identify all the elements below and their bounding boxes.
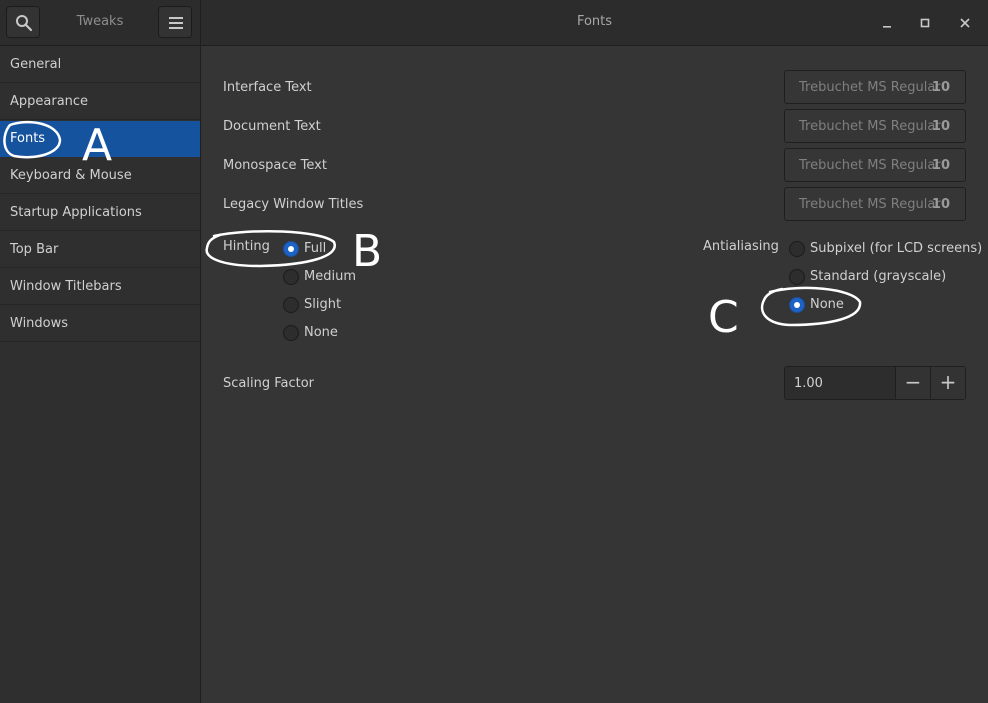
radio-indicator[interactable]: [283, 325, 299, 341]
scaling-factor-value[interactable]: 1.00: [794, 376, 823, 391]
legacy-window-titles-label: Legacy Window Titles: [223, 197, 364, 212]
font-size: 10: [931, 119, 950, 134]
app-title: Tweaks: [76, 14, 124, 29]
interface-text-label: Interface Text: [223, 80, 312, 95]
hinting-label: Hinting: [223, 239, 270, 254]
close-button[interactable]: [955, 13, 975, 33]
font-name: Trebuchet MS Regular: [799, 119, 941, 134]
minimize-icon: [883, 26, 891, 28]
hamburger-menu-icon: [169, 17, 183, 29]
radio-indicator[interactable]: [283, 241, 299, 257]
sidebar-item-top-bar[interactable]: Top Bar: [0, 232, 200, 268]
document-text-font-button[interactable]: Trebuchet MS Regular 10: [784, 109, 966, 143]
monospace-text-label: Monospace Text: [223, 158, 327, 173]
fonts-panel: Interface Text Trebuchet MS Regular 10 D…: [201, 46, 988, 703]
radio-label: Medium: [304, 269, 356, 284]
decrement-button[interactable]: −: [895, 367, 930, 399]
scaling-factor-label: Scaling Factor: [223, 376, 315, 391]
font-size: 10: [931, 197, 950, 212]
page-title: Fonts: [576, 14, 613, 29]
radio-indicator[interactable]: [789, 297, 805, 313]
close-icon: [960, 18, 970, 28]
minimize-button[interactable]: [877, 13, 897, 33]
font-name: Trebuchet MS Regular: [799, 80, 941, 95]
font-name: Trebuchet MS Regular: [799, 158, 941, 173]
radio-label: Standard (grayscale): [810, 269, 947, 284]
monospace-text-font-button[interactable]: Trebuchet MS Regular 10: [784, 148, 966, 182]
radio-indicator[interactable]: [789, 269, 805, 285]
radio-indicator[interactable]: [789, 241, 805, 257]
sidebar-item-appearance[interactable]: Appearance: [0, 84, 200, 120]
menu-button[interactable]: [158, 6, 192, 38]
sidebar-item-windows[interactable]: Windows: [0, 306, 200, 342]
sidebar-item-fonts[interactable]: Fonts: [0, 121, 200, 157]
radio-indicator[interactable]: [283, 297, 299, 313]
sidebar-item-general[interactable]: General: [0, 47, 200, 83]
headerbar-main: Fonts: [201, 0, 988, 46]
font-size: 10: [931, 80, 950, 95]
maximize-button[interactable]: [915, 13, 935, 33]
radio-label: Slight: [304, 297, 342, 312]
sidebar: General Appearance Fonts Keyboard & Mous…: [0, 46, 201, 703]
font-name: Trebuchet MS Regular: [799, 197, 941, 212]
scaling-factor-spinbutton[interactable]: 1.00 − +: [784, 366, 966, 400]
font-size: 10: [931, 158, 950, 173]
sidebar-item-window-titlebars[interactable]: Window Titlebars: [0, 269, 200, 305]
tweaks-window: Tweaks Fonts General Appearance Fonts Ke…: [0, 0, 988, 703]
radio-label: None: [810, 297, 844, 312]
maximize-icon: [920, 18, 930, 28]
search-icon: [16, 15, 33, 32]
radio-label: Subpixel (for LCD screens): [810, 241, 983, 256]
increment-button[interactable]: +: [930, 367, 965, 399]
radio-label: Full: [304, 241, 327, 256]
sidebar-item-keyboard-mouse[interactable]: Keyboard & Mouse: [0, 158, 200, 194]
radio-indicator[interactable]: [283, 269, 299, 285]
interface-text-font-button[interactable]: Trebuchet MS Regular 10: [784, 70, 966, 104]
sidebar-item-startup-applications[interactable]: Startup Applications: [0, 195, 200, 231]
legacy-window-titles-font-button[interactable]: Trebuchet MS Regular 10: [784, 187, 966, 221]
radio-label: None: [304, 325, 338, 340]
antialiasing-label: Antialiasing: [703, 239, 779, 254]
search-button[interactable]: [6, 6, 40, 38]
headerbar-sidebar: Tweaks: [0, 0, 201, 46]
document-text-label: Document Text: [223, 119, 321, 134]
